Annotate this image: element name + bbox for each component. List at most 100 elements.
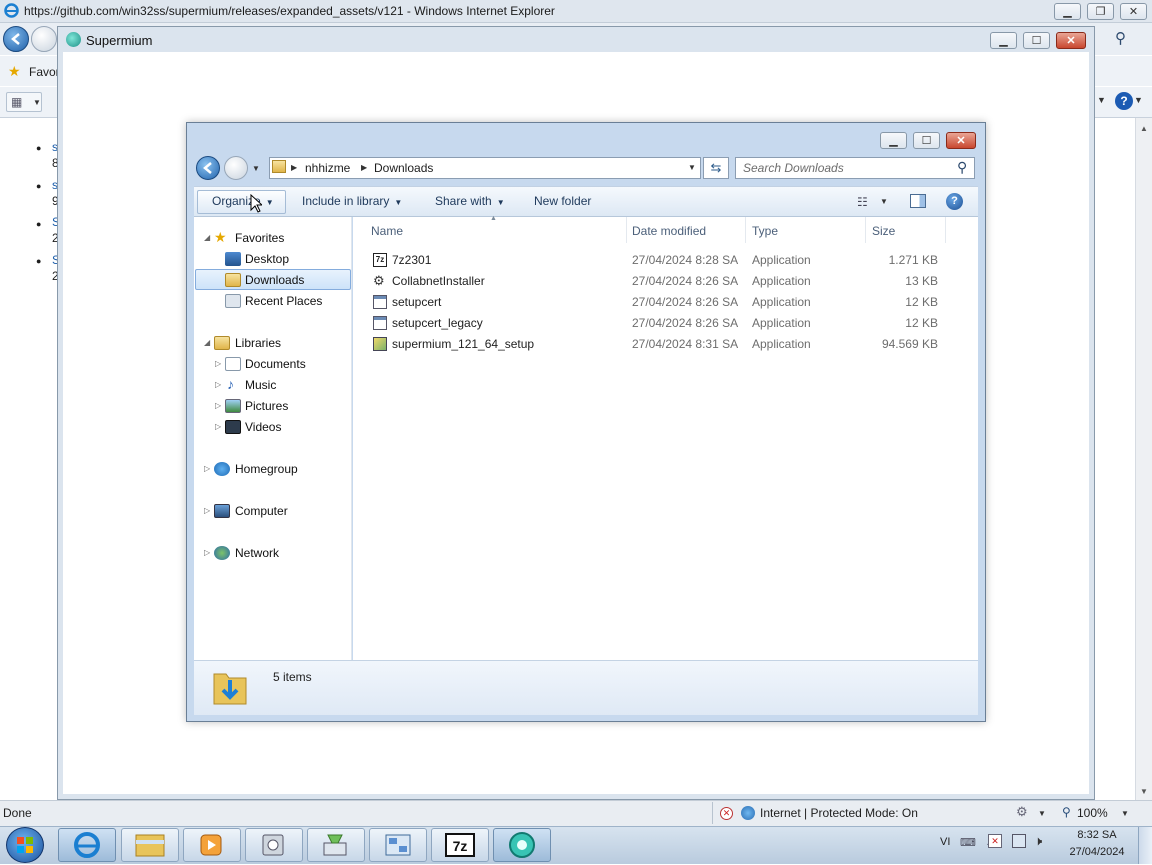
column-separator[interactable]: [865, 217, 866, 243]
taskbar-internet-explorer[interactable]: [58, 828, 116, 862]
help-chevron-icon[interactable]: ▼: [1134, 95, 1143, 105]
show-desktop-button[interactable]: [1138, 827, 1152, 864]
taskbar-app-control[interactable]: [369, 828, 427, 862]
chevron-down-icon[interactable]: ▼: [1038, 809, 1046, 818]
taskbar-supermium[interactable]: [493, 828, 551, 862]
clock-date[interactable]: 27/04/2024: [1062, 846, 1132, 858]
help-icon[interactable]: ?: [946, 193, 963, 210]
column-separator[interactable]: [626, 217, 627, 243]
zoom-icon[interactable]: ⚲: [1062, 805, 1071, 819]
file-type: Application: [752, 316, 811, 330]
nav-recent-places[interactable]: Recent Places: [245, 294, 322, 308]
ie-restore-button[interactable]: ❐: [1087, 3, 1114, 20]
column-header-date-modified[interactable]: Date modified: [632, 224, 706, 238]
forward-icon[interactable]: [31, 26, 57, 52]
nav-favorites[interactable]: Favorites: [235, 231, 284, 245]
chevron-down-icon: ▼: [496, 198, 505, 207]
taskbar-file-explorer[interactable]: [121, 828, 179, 862]
column-header-name[interactable]: Name: [371, 224, 403, 238]
zoom-chevron-icon[interactable]: ▼: [1121, 809, 1129, 818]
taskbar-media-player[interactable]: [183, 828, 241, 862]
nav-libraries[interactable]: Libraries: [235, 336, 281, 350]
nav-downloads[interactable]: Downloads: [245, 273, 304, 287]
explorer-minimize-button[interactable]: ▁: [880, 132, 907, 149]
refresh-icon[interactable]: ⇆: [703, 157, 729, 179]
nav-homegroup[interactable]: Homegroup: [235, 462, 298, 476]
back-icon[interactable]: [3, 26, 29, 52]
nav-videos[interactable]: Videos: [245, 420, 281, 434]
new-folder-button[interactable]: New folder: [534, 194, 591, 208]
share-with-button[interactable]: Share with ▼: [435, 194, 505, 208]
network-status-icon[interactable]: [1012, 834, 1026, 848]
expand-arrow-icon[interactable]: ◢: [204, 233, 210, 242]
scroll-up-icon[interactable]: ▲: [1140, 124, 1148, 133]
search-icon[interactable]: ⚲: [1115, 29, 1126, 47]
preview-pane-icon[interactable]: [910, 194, 926, 208]
file-name[interactable]: supermium_121_64_setup: [392, 337, 534, 351]
collapse-arrow-icon[interactable]: ▷: [204, 464, 210, 473]
explorer-maximize-button[interactable]: ☐: [913, 132, 940, 149]
include-in-library-button[interactable]: Include in library ▼: [302, 194, 402, 208]
expand-arrow-icon[interactable]: ◢: [204, 338, 210, 347]
file-type: Application: [752, 295, 811, 309]
scroll-down-icon[interactable]: ▼: [1140, 787, 1148, 796]
file-name[interactable]: setupcert: [392, 295, 441, 309]
nav-computer[interactable]: Computer: [235, 504, 288, 518]
breadcrumb-item-nhhizme[interactable]: nhhizme: [305, 161, 350, 175]
file-name[interactable]: 7z2301: [392, 253, 431, 267]
view-chevron-icon[interactable]: ▼: [880, 197, 888, 206]
file-date: 27/04/2024 8:31 SA: [632, 337, 739, 351]
music-icon: ♪: [227, 376, 234, 392]
view-options-icon[interactable]: ☷: [857, 195, 868, 209]
breadcrumb-item-downloads[interactable]: Downloads: [374, 161, 433, 175]
ie-status-bar: [0, 800, 1152, 826]
favorites-star-icon[interactable]: ★: [8, 63, 21, 80]
column-header-type[interactable]: Type: [752, 224, 778, 238]
supermium-minimize-button[interactable]: ▁: [990, 32, 1017, 49]
ie-vertical-scrollbar[interactable]: ▲ ▼: [1135, 118, 1152, 800]
nav-network[interactable]: Network: [235, 546, 279, 560]
collapse-arrow-icon[interactable]: ▷: [204, 506, 210, 515]
supermium-maximize-button[interactable]: ☐: [1023, 32, 1050, 49]
nav-documents[interactable]: Documents: [245, 357, 306, 371]
file-name[interactable]: setupcert_legacy: [392, 316, 483, 330]
collapse-arrow-icon[interactable]: ▷: [215, 359, 221, 368]
ie-close-button[interactable]: ✕: [1120, 3, 1147, 20]
recent-pages-chevron-icon[interactable]: ▼: [252, 164, 260, 173]
taskbar-app-device[interactable]: [245, 828, 303, 862]
action-center-icon[interactable]: ✕: [988, 834, 1002, 848]
quick-tabs-button[interactable]: ▦ ▼: [6, 92, 42, 112]
security-zone-label[interactable]: Internet | Protected Mode: On: [760, 806, 918, 820]
nav-music[interactable]: Music: [245, 378, 276, 392]
keyboard-icon[interactable]: ⌨: [960, 836, 976, 849]
nav-desktop[interactable]: Desktop: [245, 252, 289, 266]
collapse-arrow-icon[interactable]: ▷: [215, 401, 221, 410]
column-header-size[interactable]: Size: [872, 224, 895, 238]
page-menu-chevron-icon[interactable]: ▼: [1097, 95, 1106, 105]
help-icon[interactable]: ?: [1115, 92, 1133, 110]
supermium-close-button[interactable]: ✕: [1056, 32, 1086, 49]
explorer-forward-icon[interactable]: [224, 156, 248, 180]
column-separator[interactable]: [945, 217, 946, 243]
collapse-arrow-icon[interactable]: ▷: [215, 422, 221, 431]
collapse-arrow-icon[interactable]: ▷: [215, 380, 221, 389]
collapse-arrow-icon[interactable]: ▷: [204, 548, 210, 557]
taskbar-app-setup[interactable]: [307, 828, 365, 862]
blocked-icon[interactable]: ✕: [720, 807, 733, 820]
zoom-level[interactable]: 100%: [1077, 806, 1108, 820]
explorer-close-button[interactable]: ✕: [946, 132, 976, 149]
volume-muted-icon[interactable]: 🕨: [1034, 833, 1042, 849]
column-separator[interactable]: [745, 217, 746, 243]
language-indicator[interactable]: VI: [940, 836, 950, 848]
file-name[interactable]: CollabnetInstaller: [392, 274, 485, 288]
explorer-back-icon[interactable]: [196, 156, 220, 180]
search-icon[interactable]: ⚲: [957, 159, 967, 176]
address-history-chevron-icon[interactable]: ▼: [688, 163, 696, 172]
taskbar-7zip[interactable]: 7z: [431, 828, 489, 862]
clock-time[interactable]: 8:32 SA: [1070, 829, 1124, 841]
start-button[interactable]: [6, 827, 44, 863]
favorites-label[interactable]: Favor: [29, 65, 60, 79]
settings-gear-icon[interactable]: ⚙: [1016, 804, 1028, 820]
ie-minimize-button[interactable]: ▁: [1054, 3, 1081, 20]
nav-pictures[interactable]: Pictures: [245, 399, 288, 413]
